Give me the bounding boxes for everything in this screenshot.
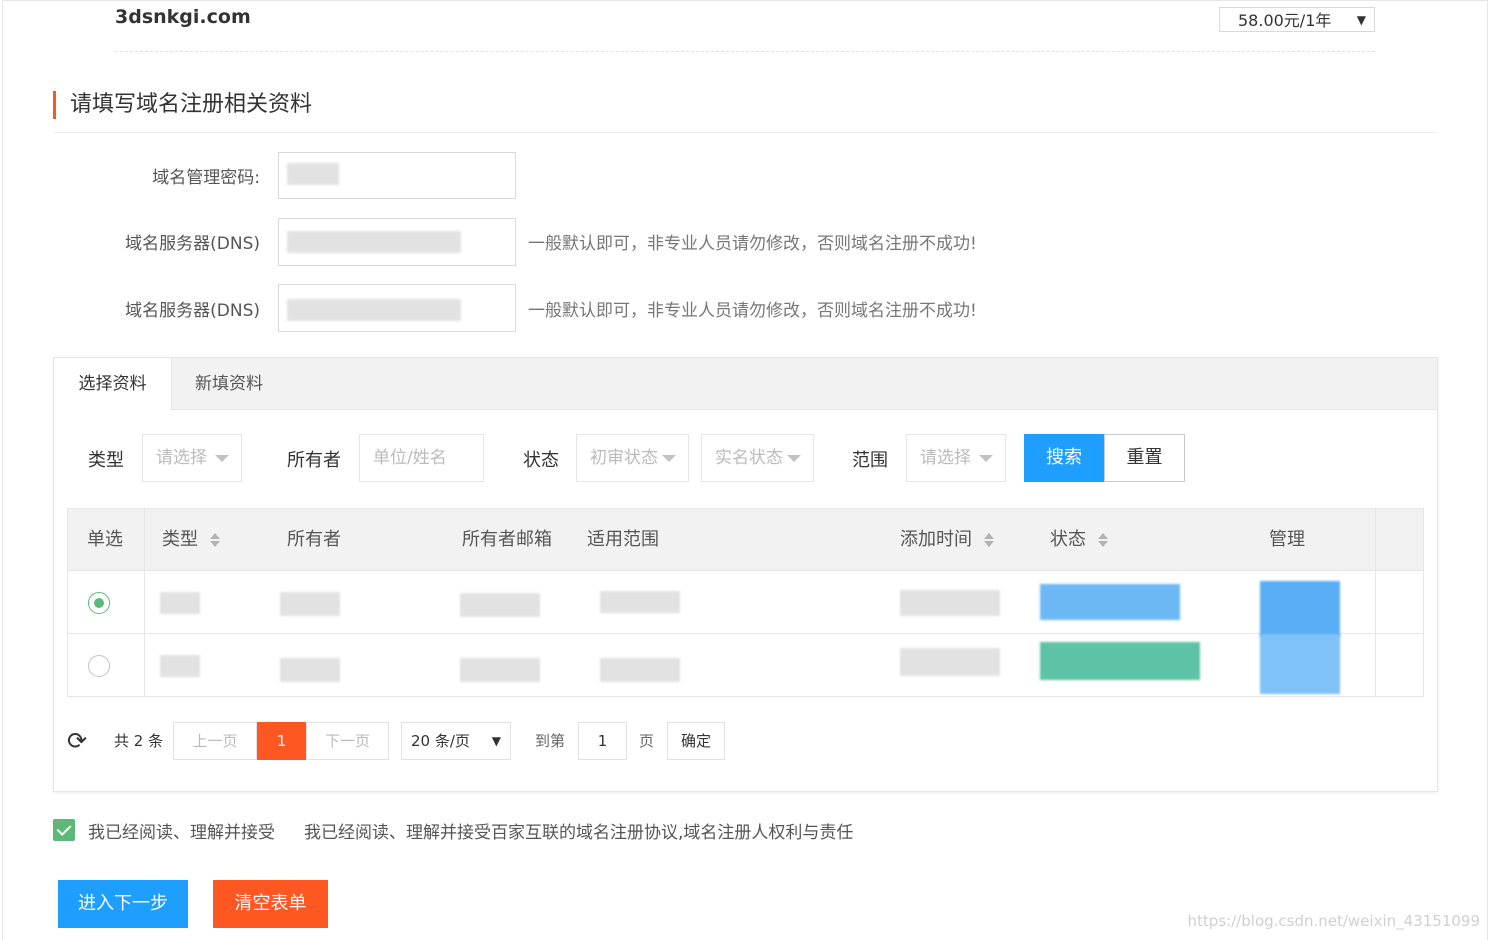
scope-filter-select[interactable]: 请选择: [906, 434, 1006, 482]
th-type[interactable]: 类型: [162, 509, 220, 571]
owner-filter-input[interactable]: 单位/姓名: [359, 434, 484, 482]
search-button[interactable]: 搜索: [1024, 434, 1104, 482]
reset-button[interactable]: 重置: [1104, 434, 1185, 482]
sort-icon[interactable]: [210, 532, 220, 548]
price-select-value: 58.00元/1年: [1238, 11, 1332, 30]
agreement-checkbox[interactable]: [53, 819, 75, 841]
manage-button[interactable]: [1260, 634, 1340, 694]
th-select: 单选: [87, 529, 123, 550]
redacted-type: [160, 655, 200, 677]
row-radio[interactable]: [88, 655, 110, 677]
redacted-value: [287, 231, 461, 253]
dns1-hint: 一般默认即可，非专业人员请勿修改，否则域名注册不成功!: [528, 234, 977, 254]
clear-form-button[interactable]: 清空表单: [213, 880, 328, 928]
owner-filter-placeholder: 单位/姓名: [373, 448, 447, 468]
table-row[interactable]: [68, 634, 1423, 697]
price-select[interactable]: 58.00元/1年 ▼: [1219, 7, 1375, 32]
redacted-email: [460, 593, 540, 617]
th-added-label: 添加时间: [900, 529, 972, 550]
redacted-scope: [600, 658, 680, 682]
th-scope: 适用范围: [587, 529, 659, 550]
chevron-down-icon: ▼: [1356, 13, 1366, 27]
type-filter-label: 类型: [88, 450, 124, 471]
dns1-input[interactable]: [278, 218, 516, 266]
th-type-label: 类型: [162, 529, 198, 550]
domain-name: 3dsnkgi.com: [115, 6, 251, 28]
th-manage: 管理: [1269, 529, 1305, 550]
tab-select-profile[interactable]: 选择资料: [54, 358, 172, 411]
divider: [53, 132, 1438, 133]
th-status[interactable]: 状态: [1050, 509, 1108, 571]
type-filter-placeholder: 请选择: [156, 448, 207, 468]
table-row[interactable]: [68, 571, 1423, 637]
status-badge: [1040, 642, 1200, 680]
per-page-value: 20 条/页: [411, 732, 470, 750]
tab-new-profile[interactable]: 新填资料: [172, 358, 286, 410]
th-status-label: 状态: [1050, 529, 1086, 550]
pager-total: 共 2 条: [114, 732, 164, 750]
sort-icon[interactable]: [984, 532, 994, 548]
password-input[interactable]: [278, 152, 516, 199]
th-email: 所有者邮箱: [462, 529, 552, 550]
next-page-button[interactable]: 下一页: [306, 722, 389, 760]
th-added[interactable]: 添加时间: [900, 509, 994, 571]
chevron-down-icon: [662, 455, 676, 462]
goto-page-input[interactable]: 1: [578, 722, 627, 760]
per-page-select[interactable]: 20 条/页 ▼: [401, 722, 511, 760]
row-radio[interactable]: [88, 592, 110, 614]
dns2-input[interactable]: [278, 284, 516, 332]
next-step-button[interactable]: 进入下一步: [58, 880, 188, 928]
status-badge: [1040, 584, 1180, 620]
chevron-down-icon: [787, 455, 801, 462]
redacted-email: [460, 658, 540, 682]
scope-filter-placeholder: 请选择: [920, 448, 971, 468]
owner-filter-label: 所有者: [287, 450, 341, 471]
profile-table: 单选 类型 所有者 所有者邮箱 适用范围 添加时间 状态 管理: [67, 508, 1424, 697]
refresh-icon[interactable]: ⟳: [67, 722, 93, 760]
redacted-scope: [600, 591, 680, 613]
realname-status-select[interactable]: 实名状态: [701, 434, 814, 482]
pagination: ⟳ 共 2 条 上一页 1 下一页 20 条/页 ▼ 到第 1 页 确定: [67, 722, 767, 760]
agreement-label: 我已经阅读、理解并接受: [88, 823, 275, 843]
password-label: 域名管理密码:: [152, 168, 260, 188]
section-title: 请填写域名注册相关资料: [53, 91, 312, 119]
redacted-added-time: [900, 590, 1000, 616]
th-owner: 所有者: [287, 529, 341, 550]
agreement-link[interactable]: 我已经阅读、理解并接受百家互联的域名注册协议,域名注册人权利与责任: [304, 818, 853, 843]
redacted-added-time: [900, 648, 1000, 676]
dns1-label: 域名服务器(DNS): [125, 234, 260, 254]
redacted-owner: [280, 592, 340, 616]
chevron-down-icon: [979, 455, 993, 462]
contact-panel: 选择资料 新填资料 类型 请选择 所有者 单位/姓名 状态 初审状态 实名状态 …: [53, 357, 1438, 792]
prev-page-button[interactable]: 上一页: [173, 722, 257, 760]
goto-confirm-button[interactable]: 确定: [667, 722, 725, 760]
redacted-owner: [280, 658, 340, 682]
chevron-down-icon: ▼: [491, 734, 501, 748]
manage-button[interactable]: [1260, 581, 1340, 637]
dns2-hint: 一般默认即可，非专业人员请勿修改，否则域名注册不成功!: [528, 301, 977, 321]
table-header: 单选 类型 所有者 所有者邮箱 适用范围 添加时间 状态 管理: [68, 509, 1423, 571]
review-status-select[interactable]: 初审状态: [576, 434, 689, 482]
watermark: https://blog.csdn.net/weixin_43151099: [1187, 912, 1480, 930]
review-status-placeholder: 初审状态: [590, 448, 658, 468]
page-unit-label: 页: [639, 732, 655, 750]
chevron-down-icon: [215, 455, 229, 462]
redacted-type: [160, 592, 200, 614]
tab-bar: 选择资料 新填资料: [54, 358, 1437, 411]
scope-filter-label: 范围: [852, 450, 888, 471]
page-1-button[interactable]: 1: [257, 722, 306, 760]
type-filter-select[interactable]: 请选择: [142, 434, 242, 482]
redacted-value: [287, 299, 461, 321]
sort-icon[interactable]: [1098, 532, 1108, 548]
dns2-label: 域名服务器(DNS): [125, 301, 260, 321]
realname-status-placeholder: 实名状态: [715, 448, 783, 468]
goto-label: 到第: [535, 732, 566, 750]
redacted-value: [287, 163, 339, 185]
status-filter-label: 状态: [523, 450, 559, 471]
divider: [115, 51, 1375, 52]
